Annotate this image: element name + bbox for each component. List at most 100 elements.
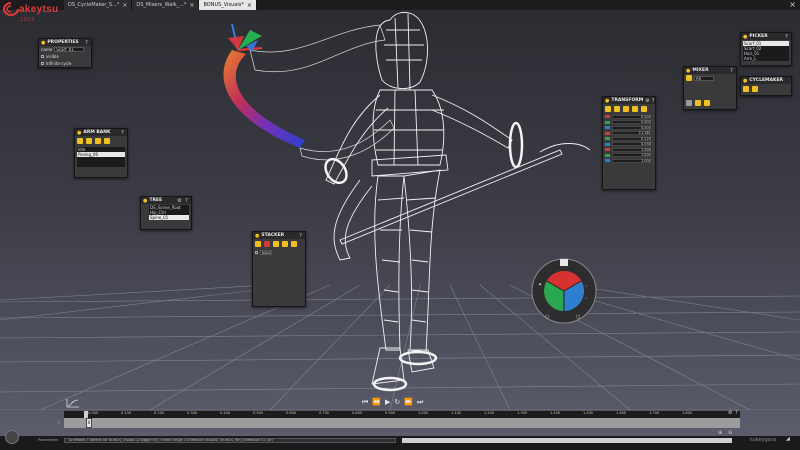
wheel-target-icon[interactable]: ◦ [585, 284, 588, 290]
tab-bonus-visuals[interactable]: BONUS_Visuals* × [199, 0, 257, 10]
delete-layer-icon[interactable] [264, 241, 270, 247]
timeline-settings-icon[interactable]: ⚙ [728, 410, 732, 416]
reset-icon[interactable] [632, 106, 638, 112]
add-layer-icon[interactable] [255, 241, 261, 247]
first-frame-icon[interactable]: ⏮ [362, 398, 368, 407]
scale-y-field[interactable]: 1.000 [612, 153, 653, 158]
help-icon[interactable]: ? [298, 233, 303, 239]
panel-grip-icon[interactable]: ● [605, 98, 609, 104]
viewport-3d[interactable] [0, 10, 800, 410]
window-close-icon[interactable]: × [789, 0, 796, 10]
copy-pose-icon[interactable] [86, 138, 92, 144]
paste-pose-icon[interactable] [95, 138, 101, 144]
wheel-world-icon[interactable]: ○ [576, 314, 580, 320]
help-icon[interactable]: ? [784, 34, 789, 40]
add-pose-icon[interactable] [77, 138, 83, 144]
add-clip-icon[interactable] [695, 100, 701, 106]
panel-grip-icon[interactable]: ● [743, 34, 747, 40]
stacker-panel-header[interactable]: ● STACKER ? [253, 232, 305, 239]
preferences-icon[interactable] [5, 430, 19, 444]
timeline-help-icon[interactable]: ? [735, 410, 738, 416]
translate-z-field[interactable]: 0.000 [612, 125, 653, 130]
layer-options-icon[interactable] [291, 241, 297, 247]
transform-gizmo[interactable] [228, 23, 263, 52]
visible-checkbox[interactable] [41, 55, 44, 58]
corner-menu-icon[interactable]: ◢ [786, 436, 790, 442]
translate-x-field[interactable]: 0.000 [612, 114, 653, 119]
mixer-select[interactable]: All [694, 75, 714, 81]
scale-icon[interactable] [623, 106, 629, 112]
picker-panel-header[interactable]: ● PICKER ? [741, 33, 791, 40]
tree-panel-header[interactable]: ● TREE ⚙ ? [141, 197, 191, 204]
offset-icon[interactable] [752, 86, 758, 92]
scene-tree[interactable]: DS_Scene_Root Hip_Ctrl Spine_01 [149, 205, 189, 220]
cyclemaker-panel-header[interactable]: ● CYCLEMAKER [741, 77, 791, 84]
settings-icon[interactable]: ⚙ [177, 198, 182, 204]
zoom-in-icon[interactable]: ⊕ [718, 430, 722, 436]
close-icon[interactable]: × [247, 2, 252, 9]
properties-panel-header[interactable]: ● PROPERTIES ? [39, 39, 91, 46]
panel-grip-icon[interactable]: ● [743, 78, 747, 84]
cycle-icon[interactable] [743, 86, 749, 92]
transform-panel-header[interactable]: ● TRANSFORM ⚙ ? [603, 97, 655, 104]
next-key-icon[interactable]: ⏩ [404, 398, 413, 407]
scale-x-field[interactable]: 1.000 [612, 147, 653, 152]
layer-name[interactable]: Base [260, 250, 272, 255]
blend-icon[interactable] [686, 100, 692, 106]
rotate-y-field[interactable]: 0.120 [612, 136, 653, 141]
track-expand-icon[interactable]: › [58, 420, 60, 426]
sync-icon[interactable] [704, 100, 710, 106]
rotate-x-field[interactable]: 11.281 [612, 131, 653, 136]
wheel-pin-icon[interactable] [560, 259, 568, 266]
panel-grip-icon[interactable]: ● [686, 68, 690, 74]
arm-bank-panel-header[interactable]: ● ARM BANK ? [75, 129, 127, 136]
character-wireframe[interactable] [325, 11, 591, 385]
play-icon[interactable]: ▶ [385, 398, 390, 407]
mix-icon[interactable] [686, 75, 692, 81]
wheel-reset-icon[interactable]: ○ [545, 314, 549, 320]
key-icon[interactable] [641, 106, 647, 112]
pivot-wheel[interactable]: ✦ ◦ ◦ ○ ○ [531, 258, 597, 324]
mirror-pose-icon[interactable] [104, 138, 110, 144]
name-field[interactable]: Scarf_01 [54, 47, 85, 52]
keyframe-track[interactable]: 0 [64, 418, 740, 428]
list-item[interactable] [77, 162, 125, 167]
mixer-panel-header[interactable]: ● MIXER ? [684, 67, 736, 74]
help-icon[interactable]: ? [84, 40, 89, 46]
rotate-z-field[interactable]: 0.058 [612, 142, 653, 147]
curve-editor-icon[interactable] [66, 398, 80, 408]
panel-grip-icon[interactable]: ● [41, 40, 45, 46]
wheel-link-icon[interactable]: ◦ [585, 296, 588, 302]
merge-layer-icon[interactable] [273, 241, 279, 247]
translate-icon[interactable] [605, 106, 611, 112]
scale-z-field[interactable]: 1.000 [612, 158, 653, 163]
timeline-ruler[interactable]: 0.000 0.100 0.200 0.300 0.400 0.500 0.60… [64, 410, 740, 419]
rotate-icon[interactable] [614, 106, 620, 112]
panel-grip-icon[interactable]: ● [255, 233, 259, 239]
settings-icon[interactable]: ⚙ [645, 98, 649, 104]
translate-y-field[interactable]: 0.000 [612, 120, 653, 125]
pose-list[interactable]: Idle Posing_06 [77, 147, 125, 167]
picker-list[interactable]: Scarf_01 Scarf_02 Hair_01 Arm_L [743, 41, 789, 61]
close-icon[interactable]: × [189, 2, 194, 9]
help-icon[interactable]: ? [120, 130, 125, 136]
move-layer-icon[interactable] [282, 241, 288, 247]
wheel-lock-icon[interactable]: ✦ [538, 282, 542, 288]
tab-cyclemaker[interactable]: DS_CycleMaker_S...* × [64, 0, 133, 10]
tree-node[interactable]: Spine_01 [149, 215, 189, 220]
list-item[interactable]: Arm_L [743, 56, 789, 61]
last-frame-icon[interactable]: ⏭ [417, 398, 423, 407]
panel-grip-icon[interactable]: ● [143, 198, 147, 204]
close-icon[interactable]: × [122, 2, 127, 9]
current-frame-box[interactable]: 0 [86, 418, 92, 428]
layer-toggle[interactable] [255, 251, 258, 254]
loop-icon[interactable]: ↻ [394, 398, 400, 407]
prev-key-icon[interactable]: ⏪ [372, 398, 381, 407]
panel-grip-icon[interactable]: ● [77, 130, 81, 136]
zoom-out-icon[interactable]: ⊖ [728, 430, 732, 436]
help-icon[interactable]: ? [184, 198, 189, 204]
help-icon[interactable]: ? [652, 98, 655, 104]
range-slider[interactable] [402, 438, 732, 443]
tab-mixers[interactable]: DS_Mixers_Walk_...* × [132, 0, 200, 10]
help-icon[interactable]: ? [729, 68, 734, 74]
